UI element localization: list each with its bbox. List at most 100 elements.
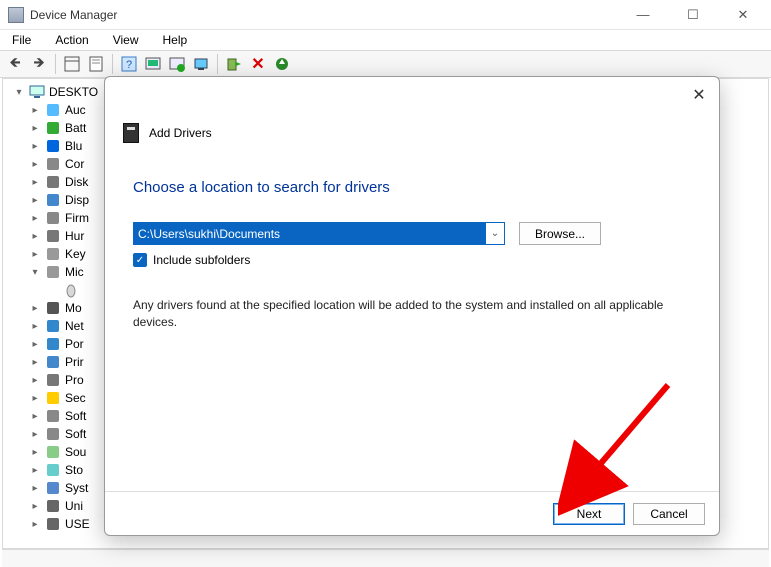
tree-item-label: Mo [65,301,82,315]
tree-root-label: DESKTO [49,85,98,99]
expand-icon[interactable]: ▸ [29,465,41,476]
menu-view[interactable]: View [109,31,143,49]
tree-item-label: Firm [65,211,89,225]
device-category-icon [45,408,61,424]
expand-icon[interactable]: ▸ [29,339,41,350]
properties-button[interactable] [85,53,107,75]
uninstall-button[interactable]: ✕ [247,53,269,75]
expand-icon[interactable]: ▸ [29,105,41,116]
device-category-icon [45,264,61,280]
toolbar-separator [55,54,56,74]
minimize-button[interactable]: — [629,7,657,23]
chevron-down-icon[interactable]: ⌄ [486,228,504,239]
close-button[interactable]: ✕ [729,7,757,23]
device-category-icon [45,354,61,370]
tree-item-label: Soft [65,427,86,441]
tree-item-label: Disk [65,175,88,189]
show-hide-tree-button[interactable] [61,53,83,75]
collapse-icon[interactable]: ▾ [13,87,25,98]
expand-icon[interactable]: ▸ [29,375,41,386]
expand-icon[interactable]: ▸ [29,483,41,494]
menubar: File Action View Help [0,30,771,50]
expand-icon[interactable]: ▸ [29,159,41,170]
statusbar [2,549,769,567]
device-category-icon [45,120,61,136]
device-category-icon [45,300,61,316]
tree-item-label: Syst [65,481,88,495]
mouse-icon [63,282,79,298]
expand-icon[interactable]: ▸ [29,393,41,404]
menu-file[interactable]: File [8,31,35,49]
include-subfolders-label: Include subfolders [153,253,250,267]
expand-icon[interactable]: ▸ [29,519,41,530]
device-category-icon [45,372,61,388]
tree-item-label: Soft [65,409,86,423]
maximize-button[interactable]: ☐ [679,7,707,23]
tree-item-label: Cor [65,157,84,171]
tree-item-label: Por [65,337,84,351]
add-drivers-dialog: ✕ Add Drivers Choose a location to searc… [104,76,720,536]
tree-item-label: Hur [65,229,84,243]
device-category-icon [45,498,61,514]
tree-item-label: Key [65,247,86,261]
device-category-icon [45,426,61,442]
tree-item-label: Blu [65,139,82,153]
include-subfolders-checkbox[interactable]: ✓ Include subfolders [133,253,691,267]
expand-icon[interactable]: ▸ [29,303,41,314]
location-combobox[interactable]: C:\Users\sukhi\Documents ⌄ [133,222,505,245]
expand-icon[interactable]: ▸ [29,357,41,368]
device-category-icon [45,138,61,154]
forward-button[interactable]: 🡺 [28,53,50,75]
browse-button[interactable]: Browse... [519,222,601,245]
expand-icon[interactable]: ▸ [29,213,41,224]
titlebar: Device Manager — ☐ ✕ [0,0,771,30]
tree-item-label: USE [65,517,90,531]
dialog-close-button[interactable]: ✕ [689,85,709,105]
collapse-icon[interactable]: ▾ [29,267,41,278]
device-category-icon [45,102,61,118]
expand-icon[interactable]: ▸ [29,411,41,422]
device-category-icon [45,174,61,190]
update-driver-button[interactable] [190,53,212,75]
scan-hardware-button[interactable] [142,53,164,75]
menu-action[interactable]: Action [51,31,92,49]
tree-item-label: Uni [65,499,83,513]
dialog-info-text: Any drivers found at the specified locat… [133,297,691,331]
svg-text:?: ? [126,59,132,71]
tree-item-label: Sec [65,391,86,405]
add-legacy-button[interactable] [166,53,188,75]
device-category-icon [45,336,61,352]
expand-icon[interactable]: ▸ [29,429,41,440]
refresh-button[interactable] [271,53,293,75]
menu-help[interactable]: Help [159,31,192,49]
expand-icon[interactable]: ▸ [29,141,41,152]
expand-icon[interactable]: ▸ [29,177,41,188]
device-category-icon [45,246,61,262]
tree-item-label: Mic [65,265,84,279]
tree-item-label: Net [65,319,84,333]
back-button[interactable]: 🡸 [4,53,26,75]
device-category-icon [45,192,61,208]
location-value[interactable]: C:\Users\sukhi\Documents [134,223,486,244]
tree-item-label: Auc [65,103,86,117]
expand-icon[interactable]: ▸ [29,195,41,206]
app-icon [8,7,24,23]
expand-icon[interactable]: ▸ [29,447,41,458]
tree-item-label: Sou [65,445,86,459]
expand-icon[interactable]: ▸ [29,249,41,260]
expand-icon[interactable]: ▸ [29,123,41,134]
help-button[interactable]: ? [118,53,140,75]
computer-icon [29,84,45,100]
expand-icon[interactable]: ▸ [29,501,41,512]
tree-item-label: Disp [65,193,89,207]
cancel-button[interactable]: Cancel [633,503,705,525]
expand-icon[interactable]: ▸ [29,321,41,332]
device-category-icon [45,516,61,532]
expand-icon[interactable]: ▸ [29,231,41,242]
next-button[interactable]: Next [553,503,625,525]
toolbar: 🡸 🡺 ? ✕ [0,50,771,78]
checkbox-checked-icon[interactable]: ✓ [133,253,147,267]
device-category-icon [45,444,61,460]
device-category-icon [45,318,61,334]
enable-device-button[interactable] [223,53,245,75]
